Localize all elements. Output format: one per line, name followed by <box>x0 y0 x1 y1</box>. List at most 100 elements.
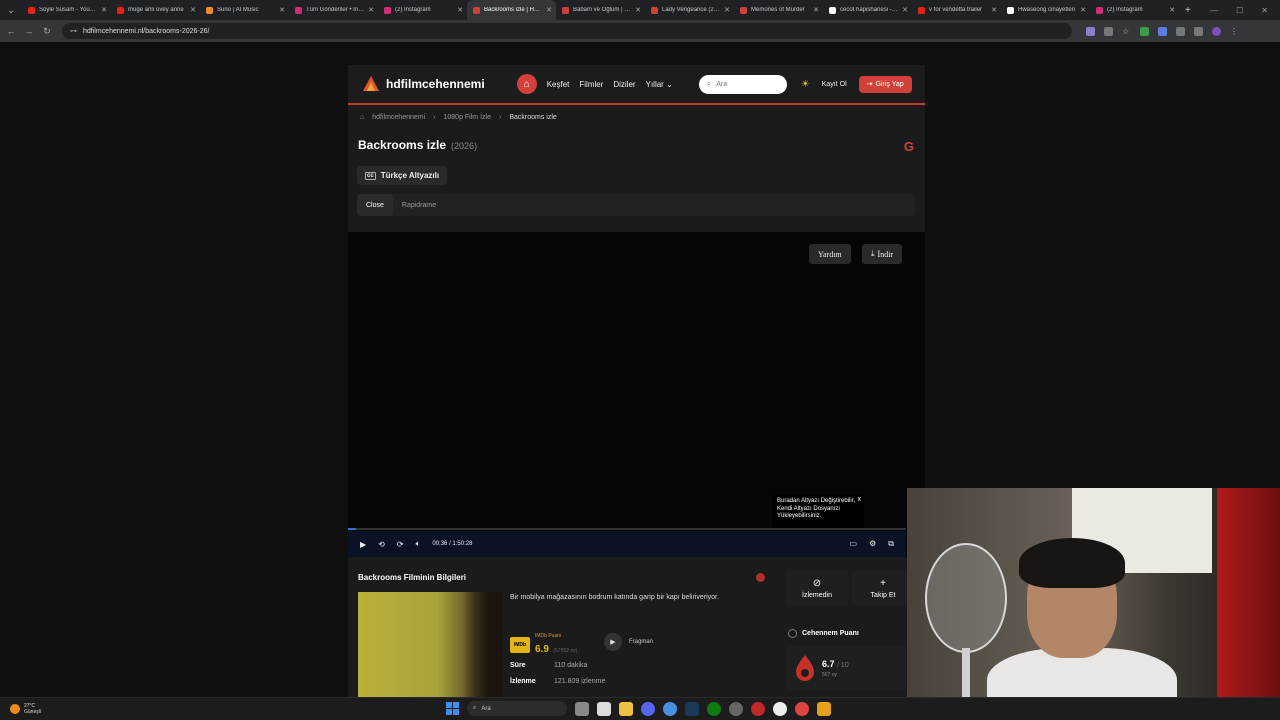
nav-years[interactable]: Yıllar ⌄ <box>646 80 673 89</box>
pip-icon[interactable]: ⧉ <box>888 539 894 549</box>
theme-toggle-icon[interactable]: ☀ <box>801 79 810 90</box>
browser-tab[interactable]: (2) Instagram ✕ <box>1090 0 1179 20</box>
progress-bar[interactable] <box>348 528 906 530</box>
browser-tab[interactable]: Backrooms izle | HdFilm ✕ <box>467 0 556 20</box>
download-button[interactable]: ⤓ İndir <box>862 244 903 264</box>
report-icon[interactable] <box>756 573 765 582</box>
tab-close-icon[interactable]: ✕ <box>546 6 552 14</box>
discord-icon[interactable] <box>641 701 655 716</box>
volume-icon[interactable]: 🔈︎ <box>416 539 421 549</box>
tab-close-icon[interactable]: ✕ <box>1080 6 1086 14</box>
tab-close-icon[interactable]: ✕ <box>813 6 819 14</box>
file-explorer-icon[interactable] <box>619 701 633 716</box>
xbox-icon[interactable] <box>707 701 721 716</box>
back-icon[interactable]: ← <box>2 26 20 36</box>
tab-close-icon[interactable]: ✕ <box>991 6 997 14</box>
shield-extension-icon[interactable] <box>1140 26 1149 36</box>
site-logo[interactable]: hdfilmcehennemi <box>386 77 485 91</box>
google-icon[interactable]: G <box>904 139 914 154</box>
extension-blue-icon[interactable] <box>1158 26 1167 36</box>
subtitles-icon[interactable]: ▭ <box>850 539 858 549</box>
breadcrumb-home[interactable]: hdfilmcehennemi <box>372 114 425 121</box>
star-icon[interactable]: ☆ <box>1122 27 1131 36</box>
watched-button[interactable]: ⊘ İzlemedin <box>786 570 848 606</box>
reload-icon[interactable]: ↻ <box>38 26 56 37</box>
close-window-icon[interactable]: ✕ <box>1261 6 1268 15</box>
play-icon[interactable]: ▶ <box>360 540 366 549</box>
nav-series[interactable]: Diziler <box>613 80 635 89</box>
breadcrumb-category[interactable]: 1080p Film İzle <box>444 114 491 121</box>
breadcrumb-home-icon[interactable]: ⌂ <box>360 114 364 121</box>
video-player[interactable]: Yardım ⤓ İndir Buradan Altyazı Değiştire… <box>348 232 925 557</box>
forward-icon[interactable]: → <box>20 26 38 36</box>
menu-icon[interactable]: ⋮ <box>1230 27 1239 36</box>
browser-tab[interactable]: Memories of Murder ✕ <box>734 0 823 20</box>
search-input[interactable] <box>716 80 777 88</box>
rating-circle-icon <box>788 629 797 638</box>
steam-icon[interactable] <box>685 701 699 716</box>
browser-tab[interactable]: Hwaseong cinayetleri ✕ <box>1001 0 1090 20</box>
login-button[interactable]: ⇥ Giriş Yap <box>858 75 912 93</box>
weather-widget[interactable]: 27°C Güneşli <box>0 703 41 715</box>
sidebar-icon[interactable] <box>1194 26 1203 36</box>
tab-close-icon[interactable]: ✕ <box>279 6 285 14</box>
tab-close-icon[interactable]: ✕ <box>190 6 196 14</box>
movie-poster[interactable] <box>358 592 503 697</box>
browser-tab[interactable]: Suno | AI Music ✕ <box>200 0 289 20</box>
obs-icon[interactable] <box>773 701 787 716</box>
nav-explore[interactable]: Keşfet <box>547 80 570 89</box>
tab-search-icon[interactable]: ⌄ <box>0 0 22 20</box>
tab-close-icon[interactable]: ✕ <box>368 6 374 14</box>
tab-close-icon[interactable]: ✕ <box>724 6 730 14</box>
tab-close-icon[interactable]: ✕ <box>457 6 463 14</box>
taskbar-search[interactable]: ⌕ Ara <box>467 701 567 716</box>
new-tab-icon[interactable]: + <box>1185 5 1191 16</box>
rewind-icon[interactable]: ⟲ <box>378 540 385 549</box>
browser-tab[interactable]: Babam ve Oğlum | HdFilm✕ <box>556 0 645 20</box>
subtitle-language-button[interactable]: cc Türkçe Altyazılı <box>357 166 448 185</box>
search-box[interactable]: ⌕ <box>698 74 787 94</box>
main-nav: ⌂ Keşfet Filmler Diziler Yıllar ⌄ <box>516 74 673 94</box>
forward-icon[interactable]: ⟳ <box>397 540 404 549</box>
browser-tab[interactable]: Lady Vengeance (2005) ✕ <box>645 0 734 20</box>
home-icon[interactable]: ⌂ <box>516 74 537 94</box>
windows-start-icon[interactable] <box>446 702 459 715</box>
browser-tab[interactable]: Tüm Gönderiler • Instagram✕ <box>289 0 378 20</box>
nav-movies[interactable]: Filmler <box>579 80 603 89</box>
cehennem-votes: 567 oy <box>822 672 838 678</box>
trailer-button[interactable]: ▶ Fragman <box>604 633 653 651</box>
browser-tab[interactable]: (2) Instagram ✕ <box>378 0 467 20</box>
red-app-icon[interactable] <box>751 701 765 716</box>
browser-tab[interactable]: Söyle Susam - YouTube ✕ <box>22 0 111 20</box>
maximize-icon[interactable]: ☐ <box>1236 6 1243 15</box>
follow-button[interactable]: + Takip Et <box>852 570 914 606</box>
source-tab-rapidrame[interactable]: Rapidrame <box>393 194 445 216</box>
help-button[interactable]: Yardım <box>809 244 851 264</box>
tab-close-icon[interactable]: ✕ <box>101 6 107 14</box>
site-info-icon[interactable]: ⊶ <box>70 27 77 35</box>
url-bar[interactable]: ⊶ hdfilmcehennemi.nl/backrooms-2026-26/ <box>62 23 1072 39</box>
settings-gear-icon[interactable]: ⚙ <box>869 539 876 549</box>
tab-close-icon[interactable]: ✕ <box>902 6 908 14</box>
browser-tab[interactable]: cecot hapishanesi - Google✕ <box>823 0 912 20</box>
download-icon: ⤓ <box>871 249 875 258</box>
browser-tab[interactable]: müge anlı üvey anne ✕ <box>111 0 200 20</box>
browser-tab[interactable]: v for vendetta trailer ✕ <box>912 0 1001 20</box>
chrome-alt-icon[interactable] <box>795 701 809 716</box>
minimize-icon[interactable]: — <box>1210 6 1218 15</box>
tooltip-close-icon[interactable]: x <box>858 496 862 504</box>
register-link[interactable]: Kayıt Ol <box>822 81 847 88</box>
source-tab-close[interactable]: Close <box>357 194 393 216</box>
task-view-icon[interactable] <box>575 701 589 716</box>
app-icon[interactable] <box>817 701 831 716</box>
chrome-icon[interactable] <box>663 701 677 716</box>
store-icon[interactable] <box>597 701 611 716</box>
eye-off-icon[interactable] <box>1104 26 1113 36</box>
logo-flame-icon[interactable] <box>360 73 382 95</box>
cast-icon[interactable] <box>1086 26 1095 36</box>
settings-icon[interactable] <box>729 701 743 716</box>
profile-avatar[interactable] <box>1212 26 1221 36</box>
puzzle-icon[interactable] <box>1176 26 1185 36</box>
tab-close-icon[interactable]: ✕ <box>635 6 641 14</box>
tab-close-icon[interactable]: ✕ <box>1169 6 1175 14</box>
